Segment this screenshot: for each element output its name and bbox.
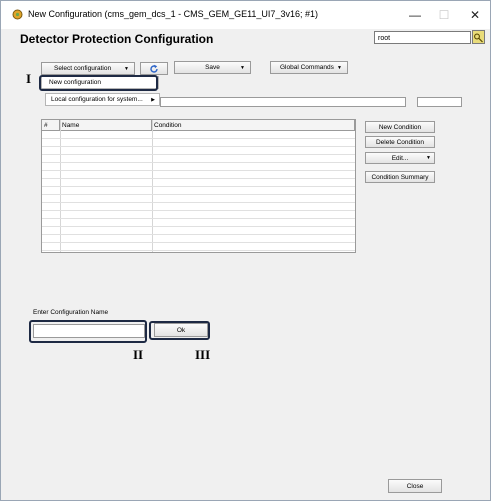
- chevron-down-icon: ▼: [426, 155, 431, 161]
- table-row[interactable]: [42, 219, 355, 227]
- refresh-icon: [150, 64, 158, 73]
- user-lookup-button[interactable]: [472, 30, 485, 44]
- table-row[interactable]: [42, 179, 355, 187]
- menu-item-label: Local configuration for system...: [51, 96, 143, 103]
- user-field[interactable]: root: [374, 31, 471, 44]
- table-row[interactable]: [42, 171, 355, 179]
- annotation-label-one: I: [26, 71, 32, 86]
- config-name-label: Enter Configuration Name: [33, 309, 109, 316]
- table-row[interactable]: [42, 203, 355, 211]
- table-row[interactable]: [42, 195, 355, 203]
- select-configuration-label: Select configuration: [54, 65, 112, 72]
- table-row[interactable]: [42, 163, 355, 171]
- save-button[interactable]: Save ▼: [174, 61, 251, 74]
- page-title: Detector Protection Configuration: [20, 32, 214, 46]
- close-button[interactable]: Close: [388, 479, 442, 493]
- annotation-label-three: III: [195, 347, 211, 362]
- new-condition-button[interactable]: New Condition: [365, 121, 435, 133]
- table-row[interactable]: [42, 227, 355, 235]
- table-row[interactable]: [42, 243, 355, 251]
- table-row[interactable]: [42, 155, 355, 163]
- annotation-box-new-configuration: [39, 75, 158, 91]
- annotation-box-ok: [149, 321, 210, 340]
- table-row[interactable]: [42, 147, 355, 155]
- edit-label: Edit...: [391, 155, 409, 162]
- select-configuration-button[interactable]: Select configuration ▼: [41, 62, 135, 75]
- conditions-table[interactable]: # Name Condition: [41, 119, 356, 253]
- table-row[interactable]: [42, 211, 355, 219]
- table-row[interactable]: [42, 235, 355, 243]
- chevron-down-icon: ▼: [337, 65, 342, 71]
- annotation-box-config-name: [29, 320, 147, 343]
- condition-summary-button[interactable]: Condition Summary: [365, 171, 435, 183]
- configuration-window: New Configuration (cms_gem_dcs_1 - CMS_G…: [0, 0, 491, 501]
- menu-item-local-configuration[interactable]: Local configuration for system... ▶: [45, 93, 160, 106]
- chevron-down-icon: ▼: [240, 65, 245, 71]
- delete-condition-button[interactable]: Delete Condition: [365, 136, 435, 148]
- maximize-button[interactable]: ☐: [435, 7, 453, 23]
- system-field[interactable]: [160, 97, 406, 107]
- global-commands-button[interactable]: Global Commands ▼: [270, 61, 348, 74]
- edit-button[interactable]: Edit... ▼: [365, 152, 435, 164]
- table-row[interactable]: [42, 187, 355, 195]
- chevron-down-icon: ▼: [124, 66, 129, 72]
- window-title: New Configuration (cms_gem_dcs_1 - CMS_G…: [28, 9, 318, 19]
- table-row[interactable]: [42, 131, 355, 139]
- app-icon: [12, 9, 23, 20]
- global-commands-label: Global Commands: [280, 64, 334, 71]
- refresh-button[interactable]: [140, 62, 168, 75]
- close-window-button[interactable]: ✕: [466, 7, 484, 23]
- annotation-label-two: II: [133, 347, 144, 362]
- column-header-name: Name: [60, 120, 152, 131]
- minimize-button[interactable]: —: [406, 7, 424, 23]
- save-label: Save: [205, 64, 220, 71]
- title-bar: New Configuration (cms_gem_dcs_1 - CMS_G…: [1, 1, 490, 29]
- chevron-right-icon: ▶: [151, 97, 155, 103]
- table-row[interactable]: [42, 139, 355, 147]
- client-area: Detector Protection Configuration root S…: [4, 29, 487, 497]
- extra-field[interactable]: [417, 97, 462, 107]
- column-header-number: #: [42, 120, 60, 131]
- column-header-condition: Condition: [152, 120, 355, 131]
- key-icon: [474, 33, 483, 43]
